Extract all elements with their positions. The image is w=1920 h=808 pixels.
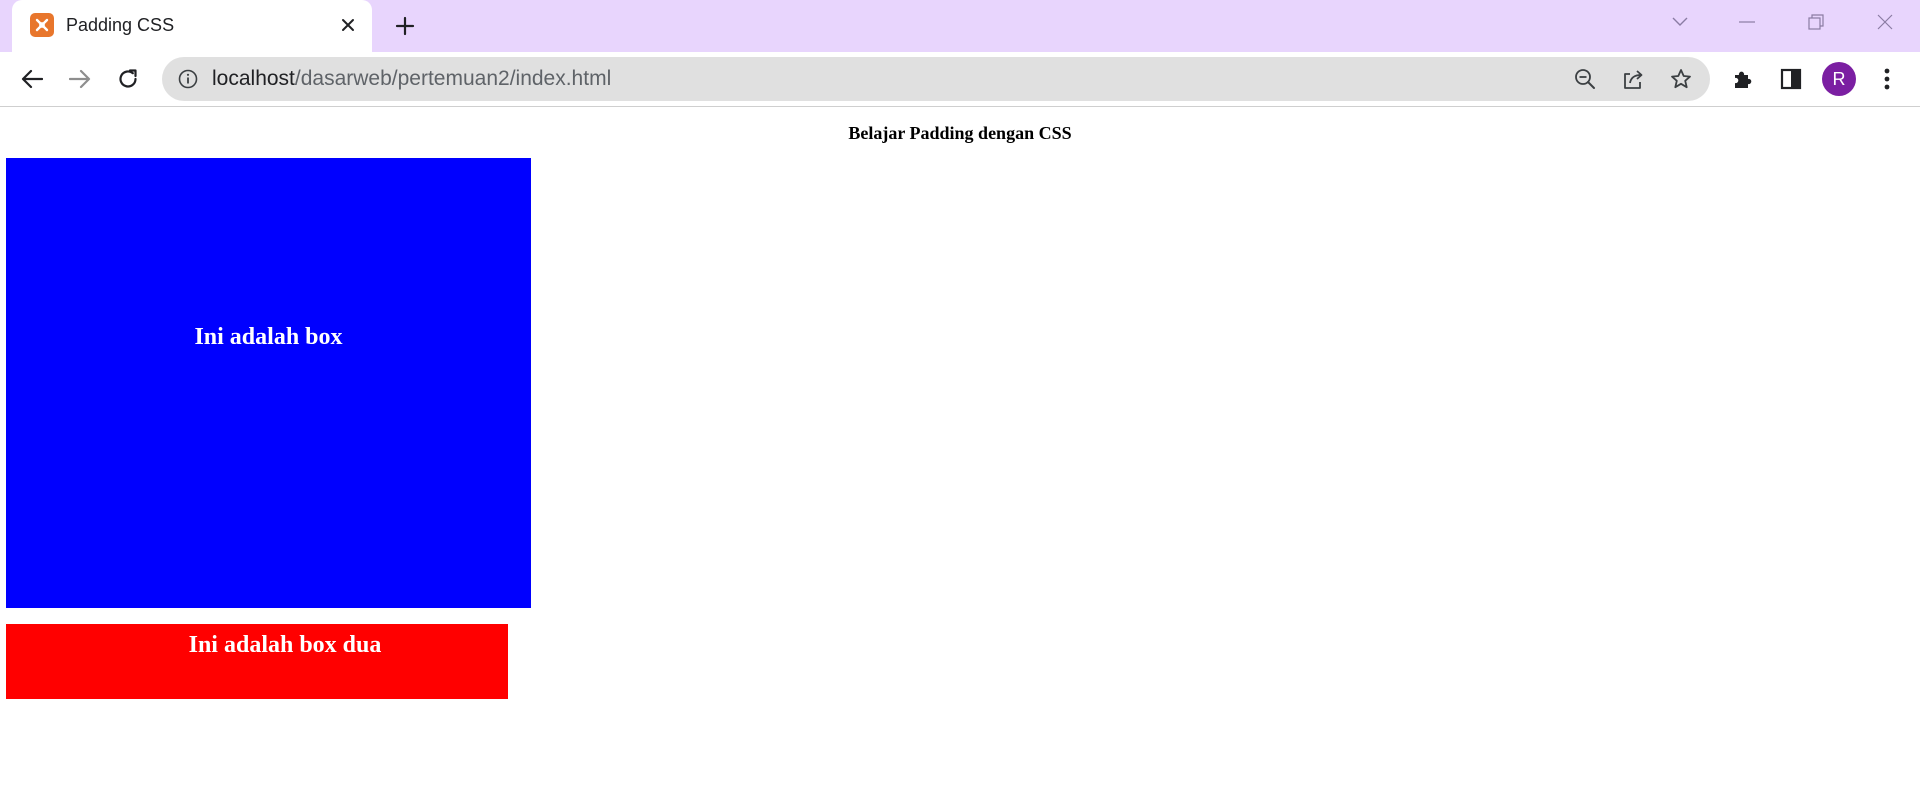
page-viewport: Belajar Padding dengan CSS Ini adalah bo…	[0, 107, 1920, 808]
minimize-icon[interactable]	[1727, 8, 1767, 36]
box-one: Ini adalah box	[6, 158, 531, 608]
tab-title: Padding CSS	[66, 15, 175, 35]
browser-menu-kebab-icon[interactable]	[1872, 64, 1902, 94]
side-panel-icon[interactable]	[1776, 64, 1806, 94]
browser-toolbar: localhost/dasarweb/pertemuan2/index.html	[0, 52, 1920, 107]
url-path: /dasarweb/pertemuan2/index.html	[294, 67, 612, 90]
box-one-text: Ini adalah box	[194, 324, 343, 350]
tab-search-chevron-down-icon[interactable]	[1660, 8, 1700, 36]
page-heading: Belajar Padding dengan CSS	[848, 123, 1072, 143]
browser-tab[interactable]: Padding CSS	[12, 0, 372, 52]
url-text[interactable]: localhost/dasarweb/pertemuan2/index.html	[212, 67, 611, 91]
box-two-text: Ini adalah box dua	[188, 632, 382, 658]
new-tab-icon[interactable]	[391, 12, 419, 40]
close-tab-icon[interactable]	[336, 13, 360, 37]
box-two: Ini adalah box dua	[6, 624, 508, 699]
back-arrow-icon[interactable]	[13, 60, 51, 98]
zoom-out-icon[interactable]	[1572, 66, 1598, 92]
profile-avatar[interactable]: R	[1822, 62, 1856, 96]
site-info-icon[interactable]	[176, 67, 200, 91]
reload-icon[interactable]	[109, 60, 147, 98]
url-host: localhost	[212, 67, 295, 90]
extensions-puzzle-icon[interactable]	[1728, 64, 1758, 94]
forward-arrow-icon[interactable]	[61, 60, 99, 98]
share-icon[interactable]	[1620, 66, 1646, 92]
bookmark-star-icon[interactable]	[1668, 66, 1694, 92]
xampp-favicon-icon	[30, 13, 54, 37]
close-window-icon[interactable]	[1865, 8, 1905, 36]
restore-icon[interactable]	[1796, 8, 1836, 36]
address-bar[interactable]: localhost/dasarweb/pertemuan2/index.html	[162, 57, 1710, 101]
tab-strip: Padding CSS	[0, 0, 1920, 52]
